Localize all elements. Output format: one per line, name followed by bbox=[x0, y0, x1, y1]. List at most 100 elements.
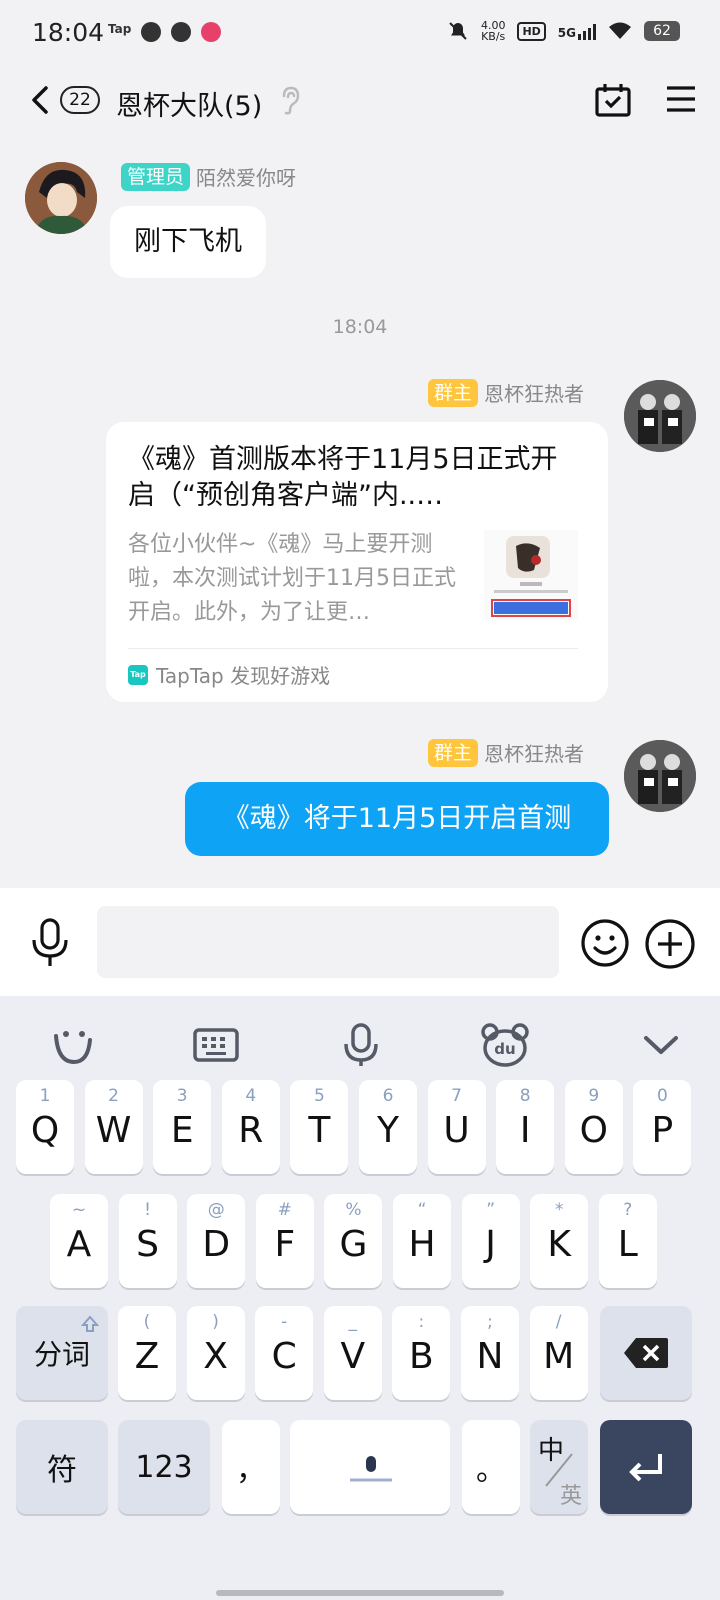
key-label: W bbox=[95, 1110, 132, 1151]
key-label: Y bbox=[377, 1110, 399, 1151]
group-title[interactable]: 恩杯大队(5) bbox=[116, 84, 262, 123]
backspace-key[interactable] bbox=[600, 1306, 692, 1400]
shift-key[interactable]: 分词 bbox=[16, 1306, 108, 1400]
avatar-image bbox=[624, 740, 696, 812]
key-v[interactable]: _ V bbox=[323, 1306, 382, 1400]
mute-bell-icon bbox=[449, 22, 467, 40]
pink-app-icon bbox=[201, 22, 222, 42]
key-t[interactable]: 5T bbox=[290, 1080, 349, 1174]
key-label: P bbox=[651, 1110, 674, 1151]
period-key[interactable]: 。 bbox=[462, 1420, 520, 1514]
key-alt-label: 1 bbox=[39, 1086, 51, 1106]
key-alt-label: * bbox=[554, 1200, 564, 1220]
keyboard-voice-icon[interactable] bbox=[338, 1022, 384, 1068]
key-alt-label: ! bbox=[144, 1200, 151, 1220]
key-f[interactable]: # F bbox=[255, 1194, 314, 1288]
emoji-icon[interactable] bbox=[580, 918, 630, 968]
key-x[interactable]: ) X bbox=[186, 1306, 245, 1400]
key-alt-label: “ bbox=[417, 1200, 427, 1220]
key-d[interactable]: @ D bbox=[187, 1194, 246, 1288]
key-label: S bbox=[136, 1224, 160, 1265]
collapse-keyboard-icon[interactable] bbox=[638, 1022, 684, 1068]
comma-key[interactable]: ， bbox=[222, 1420, 280, 1514]
key-label: O bbox=[579, 1110, 608, 1151]
net-speed: 4.00 KB/s bbox=[481, 20, 506, 42]
key-m[interactable]: / M bbox=[529, 1306, 588, 1400]
key-label: B bbox=[409, 1336, 434, 1377]
key-q[interactable]: 1Q bbox=[16, 1080, 74, 1174]
avatar[interactable] bbox=[25, 162, 97, 234]
key-e[interactable]: 3E bbox=[153, 1080, 212, 1174]
key-label: V bbox=[340, 1336, 366, 1377]
keyboard-toggle-icon[interactable] bbox=[192, 1022, 240, 1068]
language-switch-key[interactable]: 中 英 bbox=[530, 1420, 588, 1514]
keyboard-logo-icon[interactable] bbox=[50, 1022, 96, 1068]
link-card[interactable]: 《魂》首测版本将于11月5日正式开启（“预创角客户端”内..… 各位小伙伴~《魂… bbox=[106, 422, 608, 702]
key-alt-label: @ bbox=[207, 1200, 225, 1220]
key-i[interactable]: 8I bbox=[496, 1080, 555, 1174]
key-label: H bbox=[408, 1224, 436, 1265]
status-right: 4.00 KB/s HD 5G 62 bbox=[447, 20, 680, 42]
home-indicator[interactable] bbox=[216, 1590, 504, 1596]
card-source: Tap TapTap 发现好游戏 bbox=[128, 660, 330, 689]
key-b[interactable]: :B bbox=[392, 1306, 451, 1400]
role-badge-admin: 管理员 bbox=[121, 162, 191, 191]
calendar-check-icon[interactable] bbox=[594, 82, 632, 118]
menu-icon[interactable] bbox=[664, 84, 698, 114]
message-input[interactable] bbox=[97, 906, 559, 978]
key-l[interactable]: ? L bbox=[598, 1194, 657, 1288]
space-mic-icon bbox=[350, 1456, 392, 1482]
key-label: M bbox=[543, 1336, 575, 1377]
key-alt-label: ~ bbox=[71, 1200, 87, 1220]
back-arrow-icon[interactable] bbox=[26, 84, 56, 116]
du-bear-icon[interactable]: du bbox=[480, 1022, 530, 1068]
key-p[interactable]: 0P bbox=[633, 1080, 692, 1174]
avatar[interactable] bbox=[624, 740, 696, 812]
key-k[interactable]: * K bbox=[530, 1194, 589, 1288]
space-key[interactable] bbox=[290, 1420, 450, 1514]
key-u[interactable]: 7U bbox=[427, 1080, 486, 1174]
wifi-icon bbox=[609, 22, 631, 39]
unread-count-badge[interactable]: 22 bbox=[60, 86, 100, 114]
card-divider bbox=[128, 648, 578, 649]
ear-icon[interactable] bbox=[278, 84, 302, 116]
key-label: Z bbox=[134, 1336, 160, 1377]
number-key[interactable]: 123 bbox=[118, 1420, 210, 1514]
enter-key[interactable] bbox=[600, 1420, 692, 1514]
key-alt-label: 8 bbox=[519, 1086, 531, 1106]
card-source-text: TapTap 发现好游戏 bbox=[156, 664, 331, 688]
key-n[interactable]: ; N bbox=[461, 1306, 519, 1400]
key-h[interactable]: “H bbox=[393, 1194, 451, 1288]
keyboard: du 1Q2W3E4R5T6Y7U8I9O0P ~ A! S @ D # F% G “H” J * K… bbox=[0, 996, 720, 1600]
key-label: U bbox=[443, 1110, 470, 1151]
avatar-image bbox=[25, 162, 97, 234]
message-bubble[interactable]: 刚下飞机 bbox=[110, 206, 266, 278]
sender-row: 群主 恩杯狂热者 bbox=[427, 378, 584, 407]
key-a[interactable]: ~ A bbox=[50, 1194, 108, 1288]
key-o[interactable]: 9O bbox=[564, 1080, 623, 1174]
shift-label: 分词 bbox=[33, 1338, 90, 1371]
avatar[interactable] bbox=[624, 380, 696, 452]
key-z[interactable]: (Z bbox=[118, 1306, 176, 1400]
key-g[interactable]: % G bbox=[324, 1194, 383, 1288]
network-type: 5G bbox=[557, 26, 576, 40]
key-w[interactable]: 2W bbox=[84, 1080, 143, 1174]
key-label: G bbox=[339, 1224, 368, 1265]
key-j[interactable]: ” J bbox=[461, 1194, 520, 1288]
key-y[interactable]: 6Y bbox=[359, 1080, 417, 1174]
message-bubble-self[interactable]: 《魂》将于11月5日开启首测 bbox=[185, 782, 609, 856]
key-alt-label: : bbox=[418, 1312, 425, 1332]
symbol-key[interactable]: 符 bbox=[16, 1420, 108, 1514]
plus-circle-icon[interactable] bbox=[644, 918, 696, 970]
key-alt-label: 5 bbox=[313, 1086, 325, 1106]
sender-name: 恩杯狂热者 bbox=[484, 742, 584, 766]
comma-key-label: ， bbox=[236, 1453, 266, 1488]
key-r[interactable]: 4R bbox=[221, 1080, 280, 1174]
key-s[interactable]: ! S bbox=[118, 1194, 177, 1288]
key-label: D bbox=[202, 1224, 231, 1265]
game-thumbnail-image bbox=[491, 536, 571, 617]
key-alt-label: ( bbox=[143, 1312, 151, 1332]
voice-mic-icon[interactable] bbox=[30, 918, 70, 968]
message-timestamp: 18:04 bbox=[332, 316, 388, 338]
key-c[interactable]: -C bbox=[255, 1306, 314, 1400]
